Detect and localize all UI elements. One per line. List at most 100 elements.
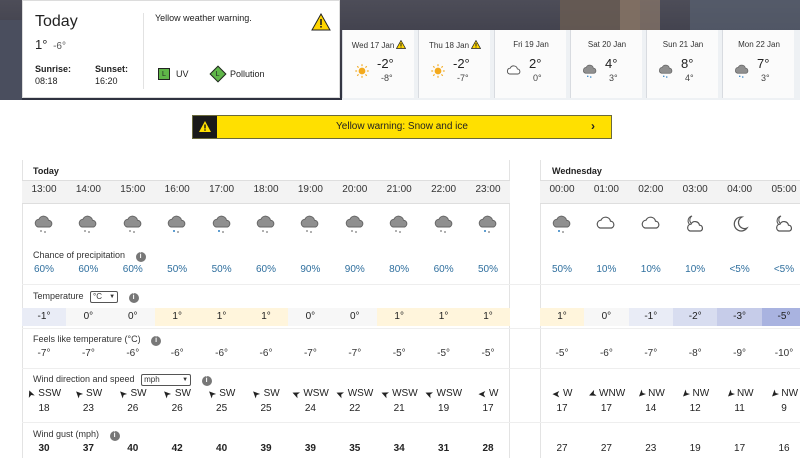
hour-time: 04:00 xyxy=(727,184,753,195)
hour-wind-speed: 21 xyxy=(393,403,405,414)
wind-direction-text: W xyxy=(488,388,499,399)
temp-row-label: Temperature °C ▼ i xyxy=(33,291,139,303)
hour-time: 19:00 xyxy=(297,184,323,195)
wind-direction-text: NW xyxy=(781,388,799,399)
today-high: 1° xyxy=(35,37,48,52)
info-icon[interactable]: i xyxy=(109,431,120,441)
hour-temperature: -5° xyxy=(761,308,800,326)
hour-wind-direction: ➤ W xyxy=(540,388,584,399)
info-icon[interactable]: i xyxy=(151,336,162,346)
temp-label: Temperature xyxy=(33,291,84,301)
hour-weather-icon xyxy=(66,212,110,238)
wind-arrow-icon: ➤ xyxy=(71,386,86,401)
hour-feels-like: -10° xyxy=(774,348,794,359)
day-tab[interactable]: Wed 17 Jan -2° -8° xyxy=(342,30,414,98)
day-tab-high: -2° xyxy=(377,56,394,71)
cloud-icon xyxy=(597,216,615,229)
day-tab-icon xyxy=(505,62,523,80)
temperature-unit-select[interactable]: °C ▼ xyxy=(90,291,119,303)
hour-weather-icon xyxy=(111,212,155,238)
hour-time: 16:00 xyxy=(164,184,190,195)
wind-direction-text: SW xyxy=(130,388,147,399)
today-temperature: 1° -6° xyxy=(35,37,66,52)
warning-banner[interactable]: Yellow warning: Snow and ice › xyxy=(192,115,612,139)
day-tab[interactable]: Sat 20 Jan 4° 3° xyxy=(570,30,642,98)
day-tab[interactable]: Thu 18 Jan -2° -7° xyxy=(418,30,490,98)
day-tab-name: Wed 17 Jan xyxy=(343,40,415,50)
day-tab-high: 8° xyxy=(681,56,694,71)
hour-wind-gust: 16 xyxy=(778,443,790,454)
hour-precip-chance: 50% xyxy=(167,264,188,275)
day-tab-low: -7° xyxy=(457,73,469,83)
hour-precip-chance: 60% xyxy=(255,264,276,275)
hour-wind-speed: 23 xyxy=(82,403,94,414)
wind-arrow-icon: ➤ xyxy=(205,386,219,401)
hour-feels-like: -5° xyxy=(481,348,495,359)
temperature-unit-value: °C xyxy=(93,292,103,301)
warning-triangle-icon xyxy=(396,40,407,49)
hour-time: 00:00 xyxy=(549,184,575,195)
wind-direction-text: WSW xyxy=(436,388,463,399)
wind-direction-text: NW xyxy=(692,388,710,399)
warning-triangle-icon xyxy=(199,121,211,132)
chevron-down-icon: ▼ xyxy=(109,294,116,300)
hour-time: 15:00 xyxy=(120,184,146,195)
hour-wind-speed: 25 xyxy=(260,403,272,414)
hour-time: 20:00 xyxy=(342,184,368,195)
day-tab[interactable]: Fri 19 Jan 2° 0° xyxy=(494,30,566,98)
today-low: -6° xyxy=(53,41,66,52)
wind-direction-text: WSW xyxy=(347,388,374,399)
info-icon[interactable]: i xyxy=(201,376,212,386)
day-tab-name-text: Fri 19 Jan xyxy=(513,40,549,49)
sunset-time: 16:20 xyxy=(95,76,118,86)
hour-wind-gust: 27 xyxy=(600,443,612,454)
chevron-right-icon: › xyxy=(591,119,595,133)
warning-banner-text: Yellow warning: Snow and ice xyxy=(336,121,468,132)
hourly-forecast-table[interactable]: Today Wednesday Chance of precipitation … xyxy=(0,160,800,458)
day-tab-name-text: Sun 21 Jan xyxy=(662,40,704,49)
hour-precip-chance: 80% xyxy=(389,264,410,275)
hour-weather-icon xyxy=(718,212,762,238)
hour-wind-direction: ➤SW xyxy=(200,386,244,401)
today-summary-card[interactable]: Today 1° -6° Sunrise: 08:18 Sunset: 16:2… xyxy=(22,0,340,98)
wind-direction-text: SW xyxy=(86,388,103,399)
warning-summary-text[interactable]: Yellow weather warning. xyxy=(155,13,252,23)
row-divider xyxy=(22,422,800,423)
day-tab-name-text: Wed 17 Jan xyxy=(351,41,395,50)
day-tab-icon xyxy=(429,62,447,80)
hour-precip-chance: 60% xyxy=(433,264,454,275)
day-tab[interactable]: Mon 22 Jan 7° 3° xyxy=(722,30,794,98)
day-tab[interactable]: Sun 21 Jan 8° 4° xyxy=(646,30,718,98)
info-icon[interactable]: i xyxy=(135,252,146,262)
day-tab-high: -2° xyxy=(453,56,470,71)
day-tab-name-text: Thu 18 Jan xyxy=(428,41,470,50)
wind-unit-select[interactable]: mph ▼ xyxy=(141,374,192,386)
snow-cloud-icon xyxy=(34,215,53,233)
moon-icon xyxy=(733,216,749,232)
wind-arrow-icon: ➤ xyxy=(160,386,175,401)
wind-arrow-icon: ➤ xyxy=(290,386,303,401)
hour-feels-like: -6° xyxy=(259,348,273,359)
warning-triangle-icon xyxy=(311,13,331,31)
day-tab-name-text: Mon 22 Jan xyxy=(738,40,780,49)
hour-wind-direction: ➤SW xyxy=(66,386,110,401)
hour-time: 03:00 xyxy=(682,184,708,195)
hour-precip-chance: <5% xyxy=(729,264,750,275)
day-heading-today: Today xyxy=(33,166,59,176)
hour-temperature: 0° xyxy=(110,308,155,326)
wind-arrow-icon: ➤ xyxy=(477,388,486,399)
day-tab-name-text: Sat 20 Jan xyxy=(587,40,627,49)
hour-precip-chance: 50% xyxy=(211,264,232,275)
wind-direction-text: NW xyxy=(736,388,754,399)
hour-wind-speed: 12 xyxy=(689,403,701,414)
hour-wind-gust: 19 xyxy=(689,443,701,454)
wind-arrow-icon: ➤ xyxy=(423,386,436,401)
row-divider xyxy=(22,368,800,369)
snow-cloud-icon xyxy=(256,215,275,233)
hour-feels-like: -6° xyxy=(215,348,229,359)
day-heading-wednesday: Wednesday xyxy=(552,166,602,176)
hour-wind-gust: 35 xyxy=(349,443,361,454)
info-icon[interactable]: i xyxy=(128,293,139,303)
wind-arrow-icon: ➤ xyxy=(634,386,648,401)
hour-wind-direction: ➤SW xyxy=(244,387,288,401)
